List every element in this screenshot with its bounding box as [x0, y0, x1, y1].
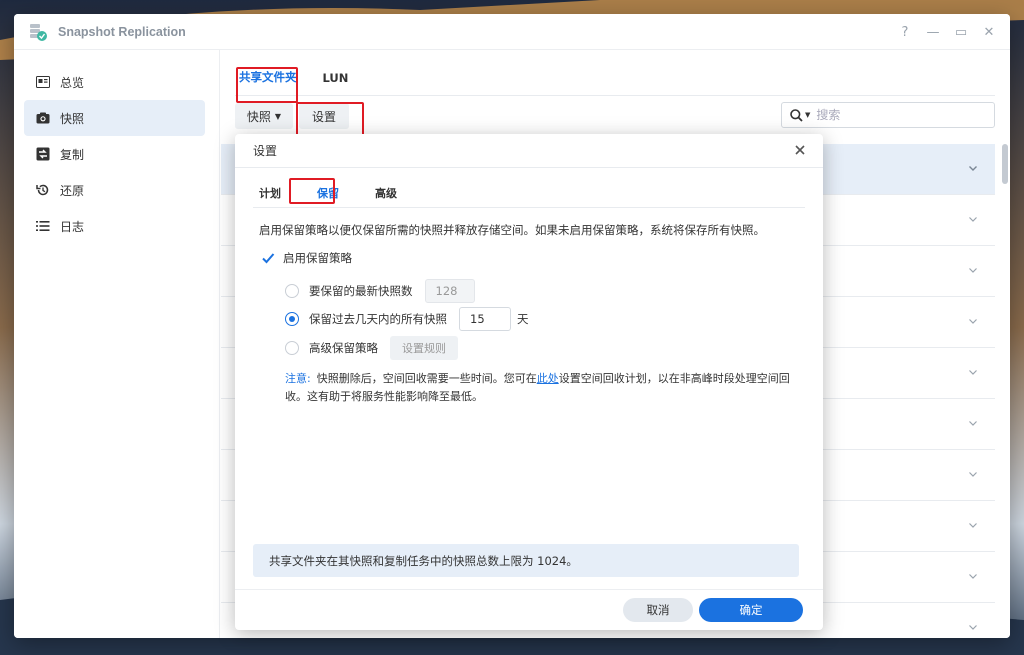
search-box[interactable]: ▼	[781, 102, 995, 128]
settings-button[interactable]: 设置	[299, 103, 349, 129]
retention-description: 启用保留策略以便仅保留所需的快照并释放存储空间。如果未启用保留策略，系统将保存所…	[259, 223, 765, 237]
list-scrollbar[interactable]	[1002, 144, 1008, 184]
ok-button[interactable]: 确定	[699, 598, 803, 622]
option-days-row: 保留过去几天内的所有快照 15 天	[285, 307, 529, 331]
chevron-down-icon[interactable]	[967, 519, 979, 531]
caret-down-icon: ▼	[274, 111, 282, 121]
option-advanced-row: 高级保留策略 设置规则	[285, 336, 458, 360]
snapshot-button-label: 快照	[246, 109, 271, 124]
enable-retention-label: 启用保留策略	[283, 251, 352, 265]
latest-count-input[interactable]: 128	[424, 279, 475, 303]
title-bar: Snapshot Replication ? — ▭ ✕	[14, 14, 1010, 50]
minimize-icon[interactable]: —	[926, 25, 940, 40]
replication-icon	[36, 147, 50, 161]
advanced-policy-label: 高级保留策略	[309, 341, 378, 355]
window-controls: ? — ▭ ✕	[898, 14, 996, 50]
chevron-down-icon[interactable]	[967, 366, 979, 378]
option-latest-row: 要保留的最新快照数 128	[285, 279, 475, 303]
sidebar-item-label: 快照	[60, 111, 85, 126]
chevron-down-icon[interactable]	[967, 162, 979, 174]
note-text-before: 快照删除后，空间回收需要一些时间。您可在	[316, 372, 537, 385]
tab-retention[interactable]: 保留	[311, 185, 345, 201]
search-caret-icon[interactable]: ▼	[805, 111, 810, 119]
dialog-footer: 取消 确定	[235, 589, 823, 630]
cancel-button[interactable]: 取消	[623, 598, 693, 622]
list-icon	[36, 219, 50, 233]
sidebar-item-label: 复制	[60, 147, 85, 162]
latest-count-radio[interactable]	[285, 284, 299, 298]
sidebar-item-label: 还原	[60, 183, 85, 198]
dialog-header: 设置	[235, 134, 823, 168]
snapshot-limit-info: 共享文件夹在其快照和复制任务中的快照总数上限为 1024。	[253, 544, 799, 577]
search-icon	[790, 108, 803, 122]
restore-icon	[36, 183, 50, 197]
snapshot-dropdown-button[interactable]: 快照 ▼	[235, 103, 293, 129]
chevron-down-icon[interactable]	[967, 417, 979, 429]
chevron-down-icon[interactable]	[967, 570, 979, 582]
sidebar-item-label: 日志	[60, 219, 85, 234]
sidebar-item-log[interactable]: 日志	[24, 208, 205, 244]
keep-days-radio[interactable]	[285, 312, 299, 326]
latest-count-label: 要保留的最新快照数	[309, 284, 413, 298]
enable-retention-row: 启用保留策略	[261, 250, 352, 266]
chevron-down-icon[interactable]	[967, 468, 979, 480]
app-title: Snapshot Replication	[58, 24, 186, 39]
sidebar-item-replication[interactable]: 复制	[24, 136, 205, 172]
enable-retention-checkbox[interactable]	[261, 251, 275, 265]
settings-button-label: 设置	[311, 109, 336, 124]
dialog-tabs: 计划 保留 高级	[253, 178, 805, 208]
tab-lun[interactable]: LUN	[319, 71, 353, 95]
sidebar-item-label: 总览	[60, 75, 85, 90]
keep-days-input[interactable]: 15	[459, 307, 511, 331]
note-text: 注意: 快照删除后，空间回收需要一些时间。您可在此处设置空间回收计划，以在非高峰时…	[285, 370, 805, 406]
app-logo-icon	[30, 23, 47, 41]
help-icon[interactable]: ?	[898, 25, 912, 40]
chevron-down-icon[interactable]	[967, 315, 979, 327]
space-reclaim-link[interactable]: 此处	[537, 372, 559, 385]
note-label: 注意:	[285, 372, 311, 385]
chevron-down-icon[interactable]	[967, 621, 979, 633]
close-icon[interactable]	[793, 143, 807, 157]
chevron-down-icon[interactable]	[967, 213, 979, 225]
tab-advanced[interactable]: 高级	[369, 185, 403, 201]
maximize-icon[interactable]: ▭	[954, 25, 968, 40]
sidebar-item-snapshot[interactable]: 快照	[24, 100, 205, 136]
sidebar-item-restore[interactable]: 还原	[24, 172, 205, 208]
toolbar: 快照 ▼ 设置 ▼	[235, 102, 995, 130]
snapshot-limit-text: 共享文件夹在其快照和复制任务中的快照总数上限为 1024。	[269, 553, 578, 568]
sidebar: 总览 快照 复制 还原 日志	[14, 50, 220, 638]
close-window-icon[interactable]: ✕	[982, 25, 996, 40]
keep-days-label: 保留过去几天内的所有快照	[309, 312, 447, 326]
top-tabs: 共享文件夹 LUN	[235, 58, 995, 96]
sidebar-item-overview[interactable]: 总览	[24, 64, 205, 100]
advanced-policy-radio[interactable]	[285, 341, 299, 355]
search-input[interactable]	[816, 108, 967, 122]
keep-days-unit: 天	[517, 312, 529, 326]
settings-dialog: 设置 计划 保留 高级 启用保留策略以便仅保留所需的快照并释放存储空间。如果未启…	[235, 134, 823, 630]
chevron-down-icon[interactable]	[967, 264, 979, 276]
dialog-title: 设置	[253, 144, 278, 158]
overview-icon	[36, 75, 50, 89]
camera-icon	[36, 111, 50, 125]
tab-schedule[interactable]: 计划	[253, 185, 287, 201]
set-rules-button[interactable]: 设置规则	[390, 336, 458, 360]
tab-shared-folder[interactable]: 共享文件夹	[235, 69, 301, 95]
